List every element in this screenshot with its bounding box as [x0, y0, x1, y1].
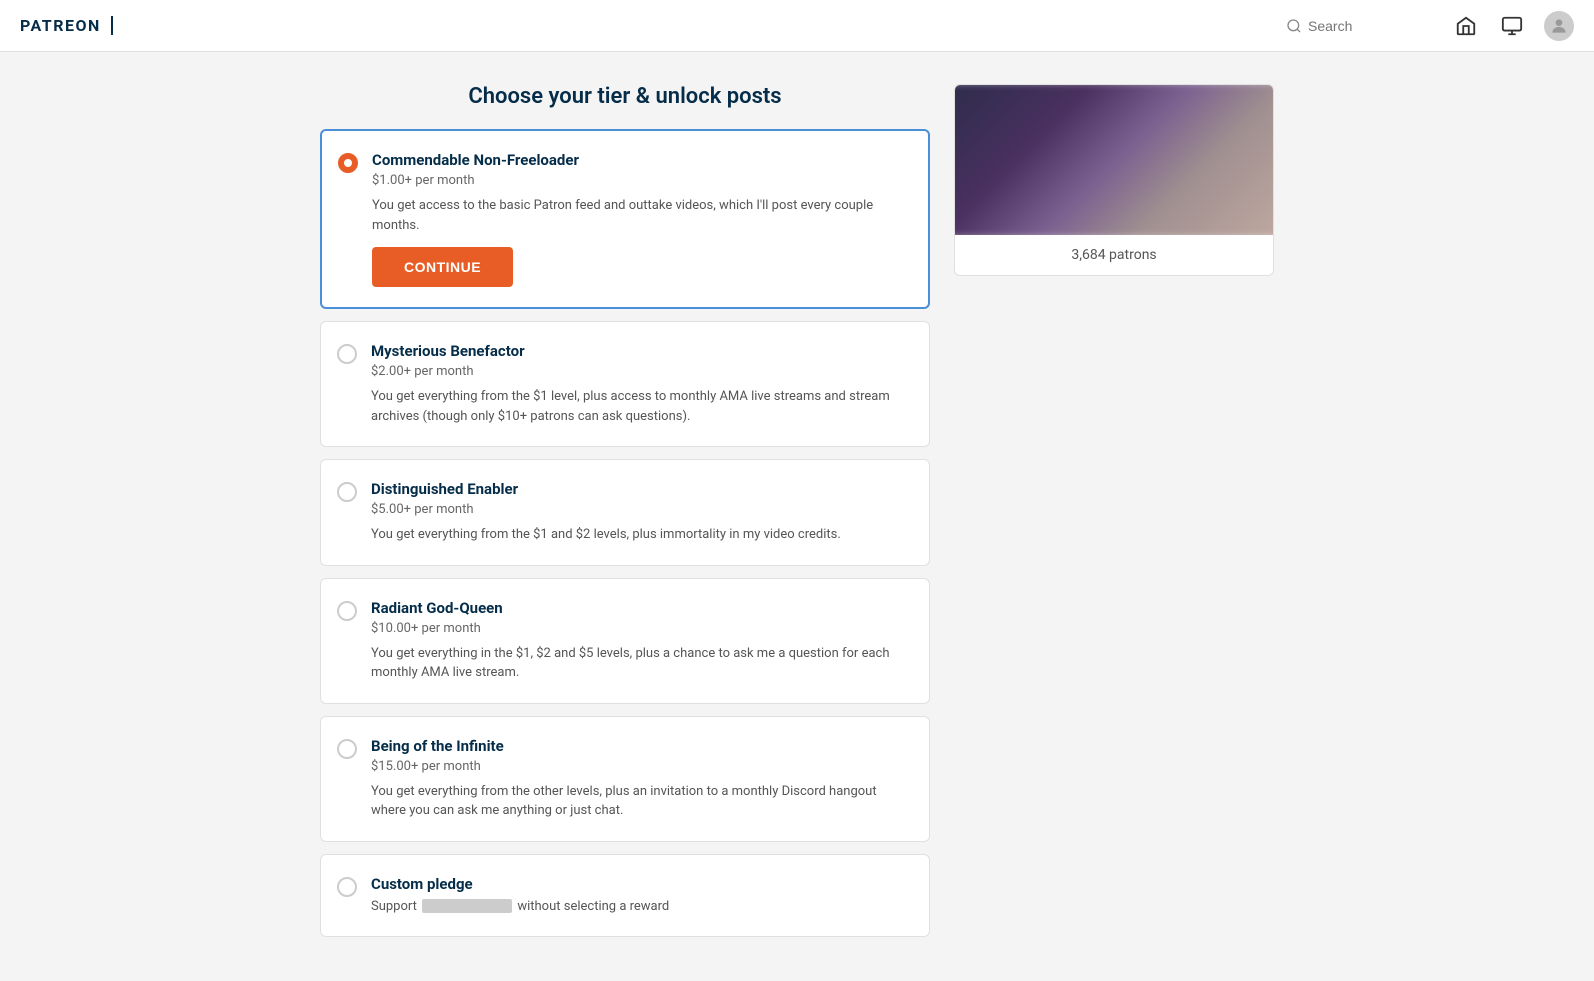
- avatar[interactable]: [1544, 11, 1574, 41]
- tier-name-6: Custom pledge: [371, 875, 909, 893]
- creator-card: 3,684 patrons: [954, 84, 1274, 276]
- patron-count: 3,684 patrons: [1071, 247, 1156, 263]
- tier-card-2[interactable]: Mysterious Benefactor $2.00+ per month You…: [320, 321, 930, 447]
- tier-name-2: Mysterious Benefactor: [371, 342, 909, 360]
- tier-description-3: You get everything from the $1 and $2 le…: [371, 525, 909, 545]
- creator-image: [955, 85, 1273, 235]
- patreon-logo: PATREON: [20, 16, 113, 35]
- tier-content-6: Custom pledge Support without selecting a…: [371, 875, 909, 917]
- tier-price-4: $10.00+ per month: [371, 621, 909, 636]
- search-icon: [1286, 18, 1302, 34]
- tier-description-2: You get everything from the $1 level, pl…: [371, 387, 909, 426]
- tier-content-5: Being of the Infinite $15.00+ per month Yo…: [371, 737, 909, 821]
- tier-name-3: Distinguished Enabler: [371, 480, 909, 498]
- tier-price-1: $1.00+ per month: [372, 173, 908, 188]
- tier-card-1[interactable]: Commendable Non-Freeloader $1.00+ per mon…: [320, 129, 930, 309]
- tier-content-2: Mysterious Benefactor $2.00+ per month You…: [371, 342, 909, 426]
- tier-name-4: Radiant God-Queen: [371, 599, 909, 617]
- custom-pledge-text: Support without selecting a reward: [371, 897, 909, 917]
- tier-description-5: You get everything from the other levels…: [371, 782, 909, 821]
- home-icon[interactable]: [1452, 12, 1480, 40]
- tier-price-3: $5.00+ per month: [371, 502, 909, 517]
- search-area[interactable]: [1286, 18, 1428, 34]
- search-input[interactable]: [1308, 18, 1428, 34]
- tier-card-3[interactable]: Distinguished Enabler $5.00+ per month You…: [320, 459, 930, 566]
- tier-description-4: You get everything in the $1, $2 and $5 …: [371, 644, 909, 683]
- radio-5[interactable]: [337, 739, 357, 759]
- creator-panel: 3,684 patrons: [954, 84, 1274, 949]
- creator-image-wrapper: [955, 85, 1273, 235]
- tier-card-4[interactable]: Radiant God-Queen $10.00+ per month You ge…: [320, 578, 930, 704]
- blurred-creator-name: [422, 899, 512, 913]
- tier-card-5[interactable]: Being of the Infinite $15.00+ per month Yo…: [320, 716, 930, 842]
- continue-button[interactable]: CONTINUE: [372, 247, 513, 287]
- tier-card-6[interactable]: Custom pledge Support without selecting a…: [320, 854, 930, 938]
- main-content: Choose your tier & unlock posts Commenda…: [197, 52, 1397, 981]
- tier-content-3: Distinguished Enabler $5.00+ per month You…: [371, 480, 909, 545]
- radio-4[interactable]: [337, 601, 357, 621]
- creator-info: 3,684 patrons: [955, 235, 1273, 275]
- header: PATREON: [0, 0, 1594, 52]
- tier-selection-panel: Choose your tier & unlock posts Commenda…: [320, 84, 930, 949]
- tier-price-5: $15.00+ per month: [371, 759, 909, 774]
- tiers-container: Commendable Non-Freeloader $1.00+ per mon…: [320, 129, 930, 937]
- radio-3[interactable]: [337, 482, 357, 502]
- radio-2[interactable]: [337, 344, 357, 364]
- header-icons: [1452, 11, 1574, 41]
- radio-1[interactable]: [338, 153, 358, 173]
- tier-content-4: Radiant God-Queen $10.00+ per month You ge…: [371, 599, 909, 683]
- tier-content-1: Commendable Non-Freeloader $1.00+ per mon…: [372, 151, 908, 287]
- radio-6[interactable]: [337, 877, 357, 897]
- tier-name-1: Commendable Non-Freeloader: [372, 151, 908, 169]
- tier-price-2: $2.00+ per month: [371, 364, 909, 379]
- tier-name-5: Being of the Infinite: [371, 737, 909, 755]
- tier-description-1: You get access to the basic Patron feed …: [372, 196, 908, 235]
- page-title: Choose your tier & unlock posts: [320, 84, 930, 109]
- message-icon[interactable]: [1498, 12, 1526, 40]
